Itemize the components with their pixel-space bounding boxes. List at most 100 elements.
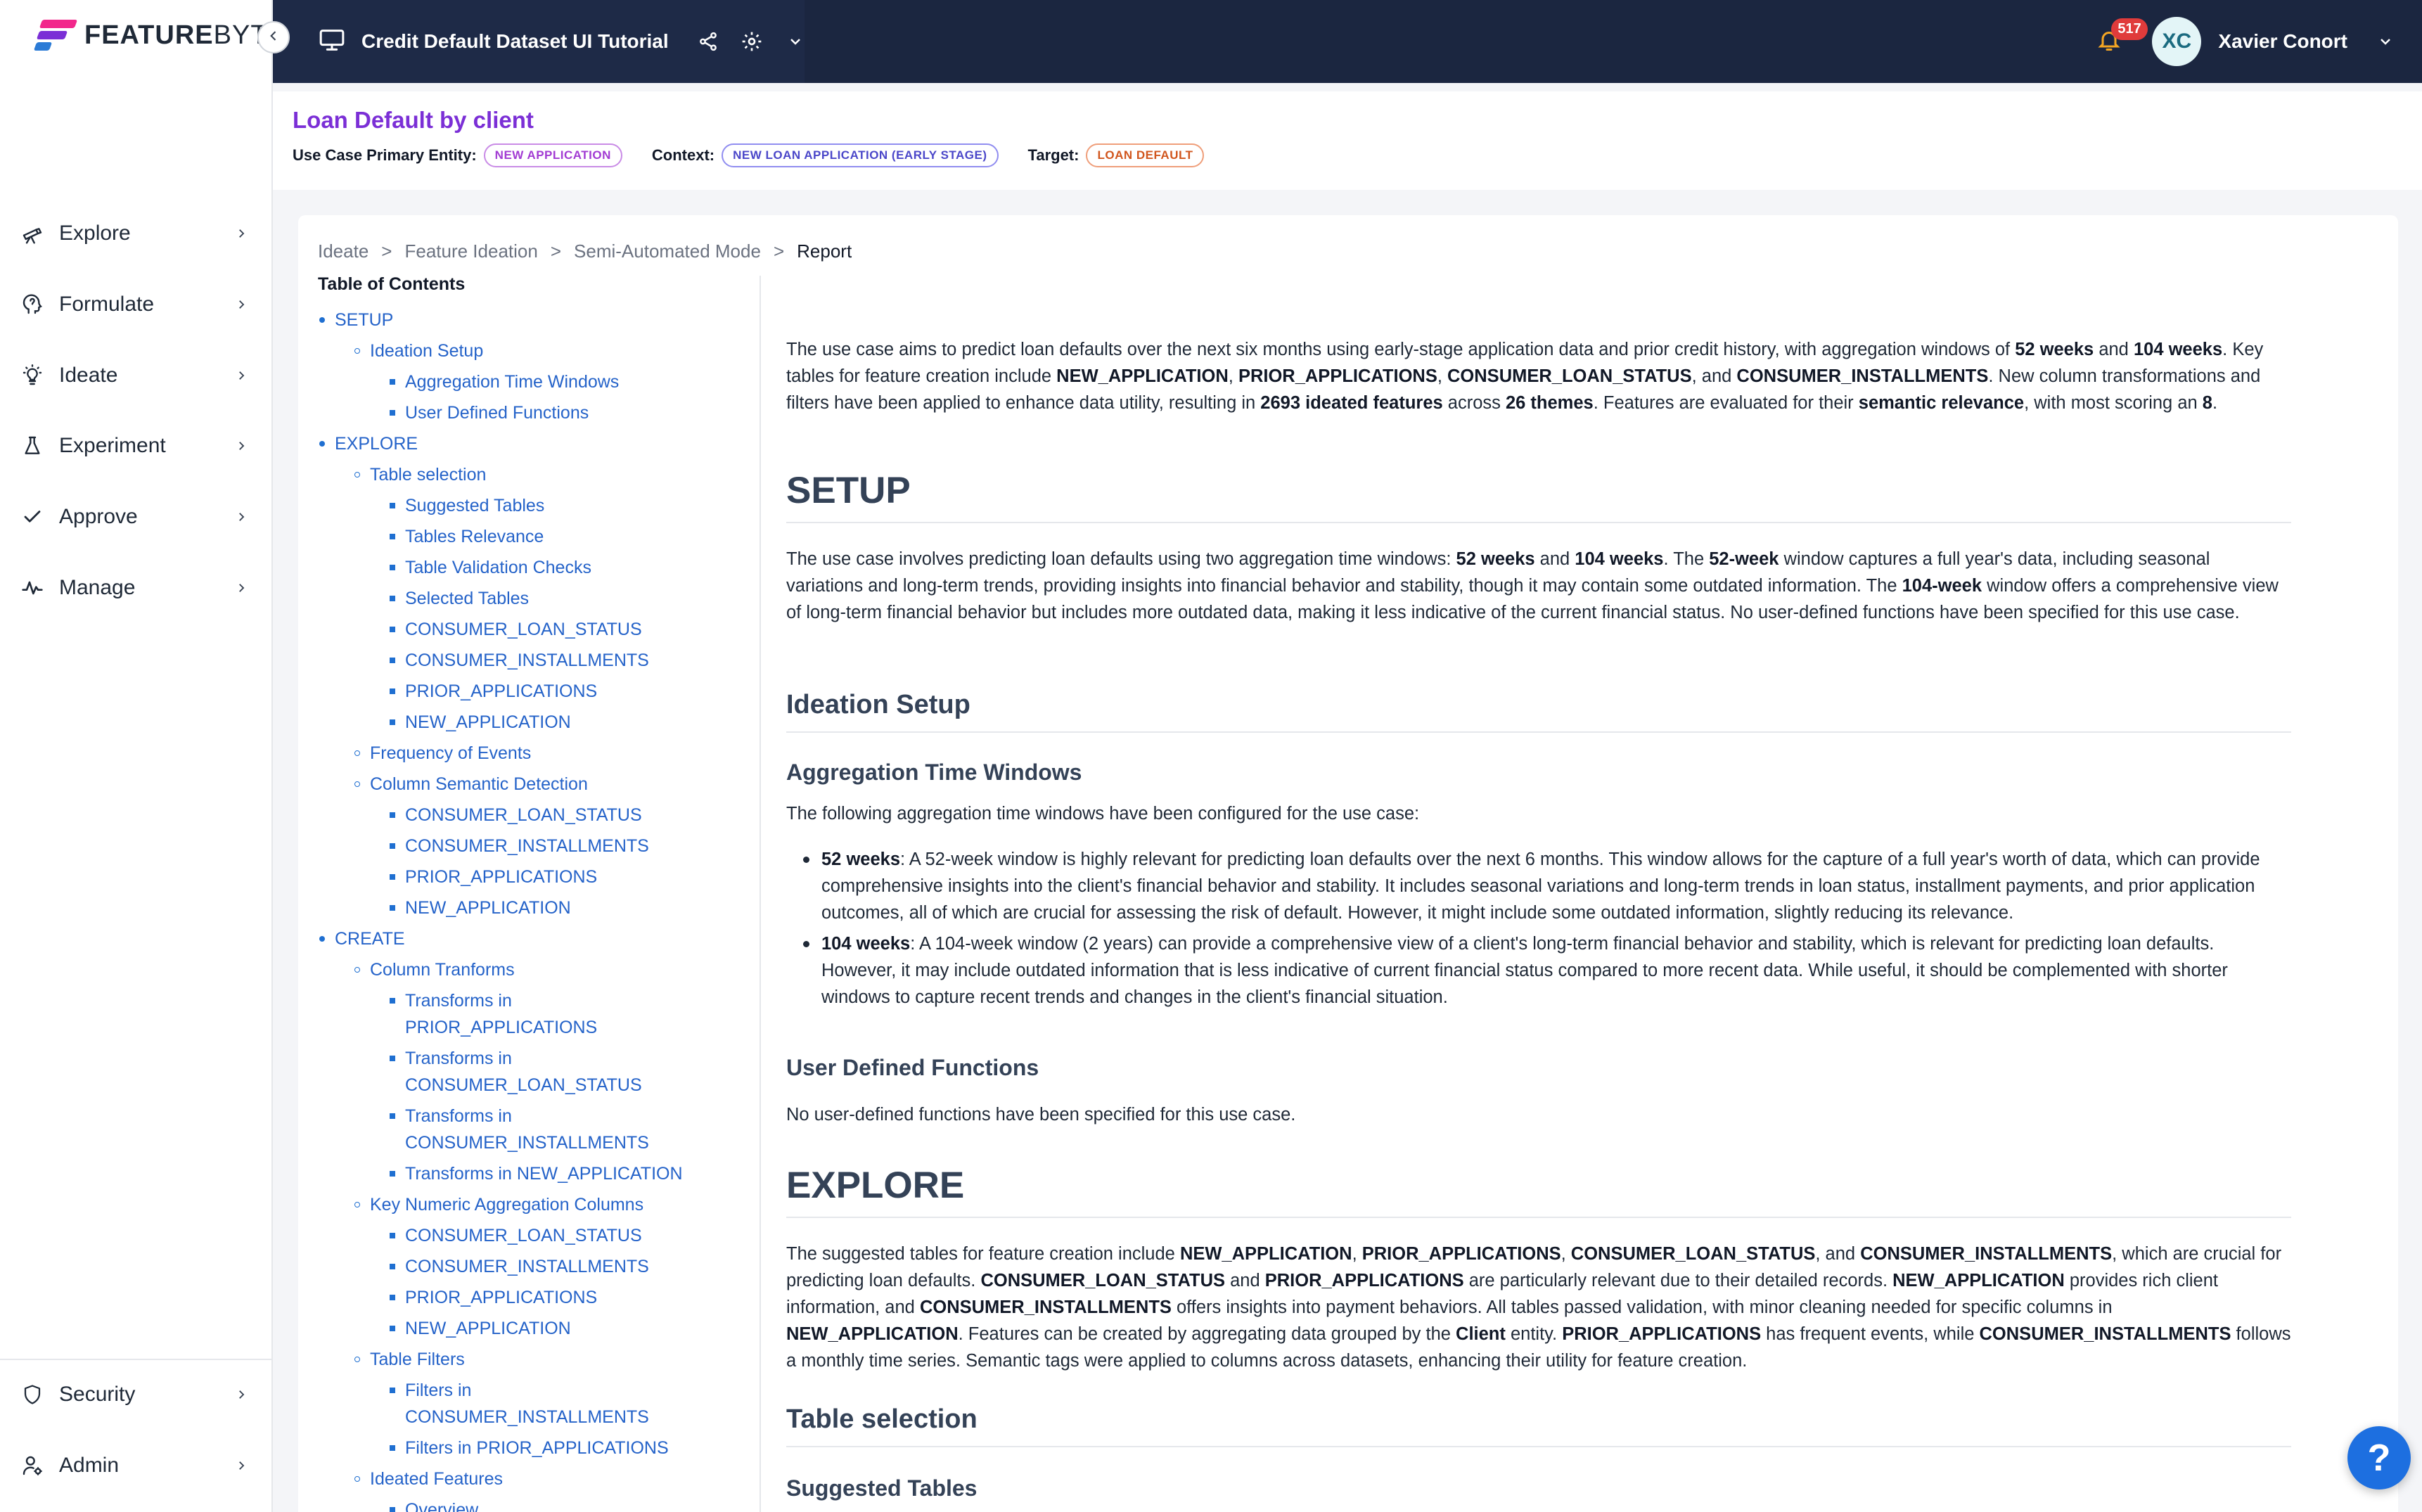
breadcrumb-item-semi-automated-mode[interactable]: Semi-Automated Mode [574, 241, 761, 262]
sidebar-item-label: Admin [59, 1454, 120, 1477]
toc-item[interactable]: Key Numeric Aggregation Columns [354, 1191, 643, 1218]
chevron-right-icon [231, 1384, 252, 1405]
toc-item-label: CONSUMER_LOAN_STATUS [405, 805, 642, 825]
toc-item-label: Ideation Setup [370, 341, 484, 361]
toc-item[interactable]: CONSUMER_INSTALLMENTS [390, 1253, 649, 1280]
toc-item[interactable]: Table selection [354, 461, 486, 488]
context-tag[interactable]: NEW LOAN APPLICATION (EARLY STAGE) [722, 143, 999, 167]
toc-item[interactable]: SETUP [319, 307, 393, 333]
toc-bullet [390, 1233, 395, 1238]
toc-divider [760, 276, 761, 1512]
toc-item[interactable]: Transforms in NEW_APPLICATION [390, 1160, 683, 1187]
toc-item[interactable]: Column Tranforms [354, 956, 515, 983]
sidebar-item-admin[interactable]: Admin [20, 1444, 252, 1487]
toc-item-label: PRIOR_APPLICATIONS [405, 1288, 598, 1307]
toc-item[interactable]: Transforms in CONSUMER_LOAN_STATUS [390, 1045, 642, 1098]
sidebar-item-manage[interactable]: Manage [20, 567, 252, 609]
toc-item[interactable]: Aggregation Time Windows [390, 369, 619, 395]
toc-item[interactable]: Filters in PRIOR_APPLICATIONS [390, 1435, 669, 1461]
toc-item-label: CONSUMER_INSTALLMENTS [405, 1407, 649, 1427]
heading-aggregation-time-windows: Aggregation Time Windows [786, 760, 1082, 785]
toc-item[interactable]: Tables Relevance [390, 523, 544, 550]
toc-item[interactable]: Transforms in CONSUMER_INSTALLMENTS [390, 1103, 649, 1156]
toc-item[interactable]: Filters in CONSUMER_INSTALLMENTS [390, 1377, 649, 1430]
breadcrumb-item-ideate[interactable]: Ideate [318, 241, 369, 262]
toc-item[interactable]: Column Semantic Detection [354, 771, 588, 797]
toc-item-label: Tables Relevance [405, 527, 544, 546]
toc-item[interactable]: CONSUMER_INSTALLMENTS [390, 833, 649, 859]
sidebar-item-approve[interactable]: Approve [20, 496, 252, 538]
chevron-down-icon[interactable] [2377, 33, 2394, 50]
toc-item[interactable]: CONSUMER_LOAN_STATUS [390, 616, 642, 643]
toc-bullet [390, 998, 395, 1004]
toc-item[interactable]: Table Filters [354, 1346, 465, 1373]
sidebar-item-experiment[interactable]: Experiment [20, 425, 252, 467]
toc-item-label: Table Validation Checks [405, 558, 591, 577]
toc-item[interactable]: Table Validation Checks [390, 554, 591, 581]
toc-item[interactable]: CONSUMER_INSTALLMENTS [390, 647, 649, 674]
help-button[interactable]: ? [2347, 1426, 2411, 1489]
sidebar: FEATUREBYTE Explore Formulate Ideate Exp… [0, 0, 286, 1512]
sidebar-item-explore[interactable]: Explore [20, 212, 252, 255]
use-case-title[interactable]: Loan Default by client [293, 107, 534, 134]
user-name[interactable]: Xavier Conort [2218, 30, 2347, 53]
breadcrumb: Ideate > Feature Ideation > Semi-Automated… [318, 241, 852, 262]
toc-item[interactable]: PRIOR_APPLICATIONS [390, 1284, 598, 1311]
toc-item[interactable]: CONSUMER_LOAN_STATUS [390, 1222, 642, 1249]
toc-bullet [354, 967, 360, 973]
toc-item[interactable]: Frequency of Events [354, 740, 531, 767]
share-icon[interactable] [694, 27, 722, 56]
toc-item[interactable]: NEW_APPLICATION [390, 895, 571, 921]
toc-bullet [390, 874, 395, 880]
avatar[interactable]: XC [2152, 17, 2202, 66]
notifications-button[interactable]: 517 [2091, 18, 2148, 59]
catalog-selector[interactable]: Credit Default Dataset UI Tutorial [318, 0, 809, 83]
collapse-sidebar-button[interactable] [257, 21, 290, 53]
toc-item[interactable]: NEW_APPLICATION [390, 709, 571, 736]
toc-item[interactable]: EXPLORE [319, 430, 418, 457]
toc-item-label: Overview [405, 1500, 479, 1512]
toc-item[interactable]: Overview [390, 1497, 479, 1512]
toc-bullet [390, 596, 395, 601]
user-gear-icon [20, 1453, 45, 1478]
sidebar-item-formulate[interactable]: Formulate [20, 283, 252, 326]
toc-bullet [390, 379, 395, 385]
toc-item[interactable]: Transforms in PRIOR_APPLICATIONS [390, 987, 597, 1041]
gear-icon[interactable] [738, 27, 766, 56]
featurebyte-logo[interactable]: FEATUREBYTE [33, 17, 286, 53]
activity-icon [20, 575, 45, 601]
toc-item-label: CONSUMER_INSTALLMENTS [405, 651, 649, 670]
toc-bullet [390, 1388, 395, 1393]
target-label: Target: [1027, 146, 1079, 164]
toc-item-label: EXPLORE [335, 434, 418, 454]
chevron-down-icon[interactable] [781, 27, 809, 56]
toc-item-label: Transforms in [405, 1106, 512, 1126]
sidebar-item-security[interactable]: Security [20, 1373, 252, 1416]
primary-entity-tag[interactable]: NEW APPLICATION [483, 143, 622, 167]
toc-item-label: CREATE [335, 929, 405, 949]
chevron-right-icon [231, 435, 252, 456]
toc-item[interactable]: CONSUMER_LOAN_STATUS [390, 802, 642, 828]
breadcrumb-item-report: Report [797, 241, 852, 262]
toc-item[interactable]: Ideation Setup [354, 338, 484, 364]
sidebar-item-label: Experiment [59, 434, 166, 457]
toc-item[interactable]: Suggested Tables [390, 492, 544, 519]
toc-item[interactable]: PRIOR_APPLICATIONS [390, 678, 597, 705]
breadcrumb-item-feature-ideation[interactable]: Feature Ideation [404, 241, 537, 262]
toc-bullet [390, 905, 395, 911]
toc-item-label: CONSUMER_INSTALLMENTS [405, 1257, 649, 1276]
chevron-right-icon [231, 223, 252, 244]
toc-bullet [390, 1295, 395, 1300]
toc-item-label: CONSUMER_LOAN_STATUS [405, 1075, 642, 1095]
sidebar-item-ideate[interactable]: Ideate [20, 354, 252, 397]
toc-item[interactable]: NEW_APPLICATION [390, 1315, 571, 1342]
toc-item[interactable]: Ideated Features [354, 1466, 503, 1492]
toc-item[interactable]: Selected Tables [390, 585, 529, 612]
toc-item[interactable]: PRIOR_APPLICATIONS [390, 864, 597, 890]
toc-bullet [319, 936, 325, 942]
toc-item[interactable]: User Defined Functions [390, 399, 589, 426]
toc-item[interactable]: CREATE [319, 925, 405, 952]
target-tag[interactable]: LOAN DEFAULT [1086, 143, 1205, 167]
sidebar-item-label: Approve [59, 505, 138, 528]
toc-bullet [390, 534, 395, 539]
